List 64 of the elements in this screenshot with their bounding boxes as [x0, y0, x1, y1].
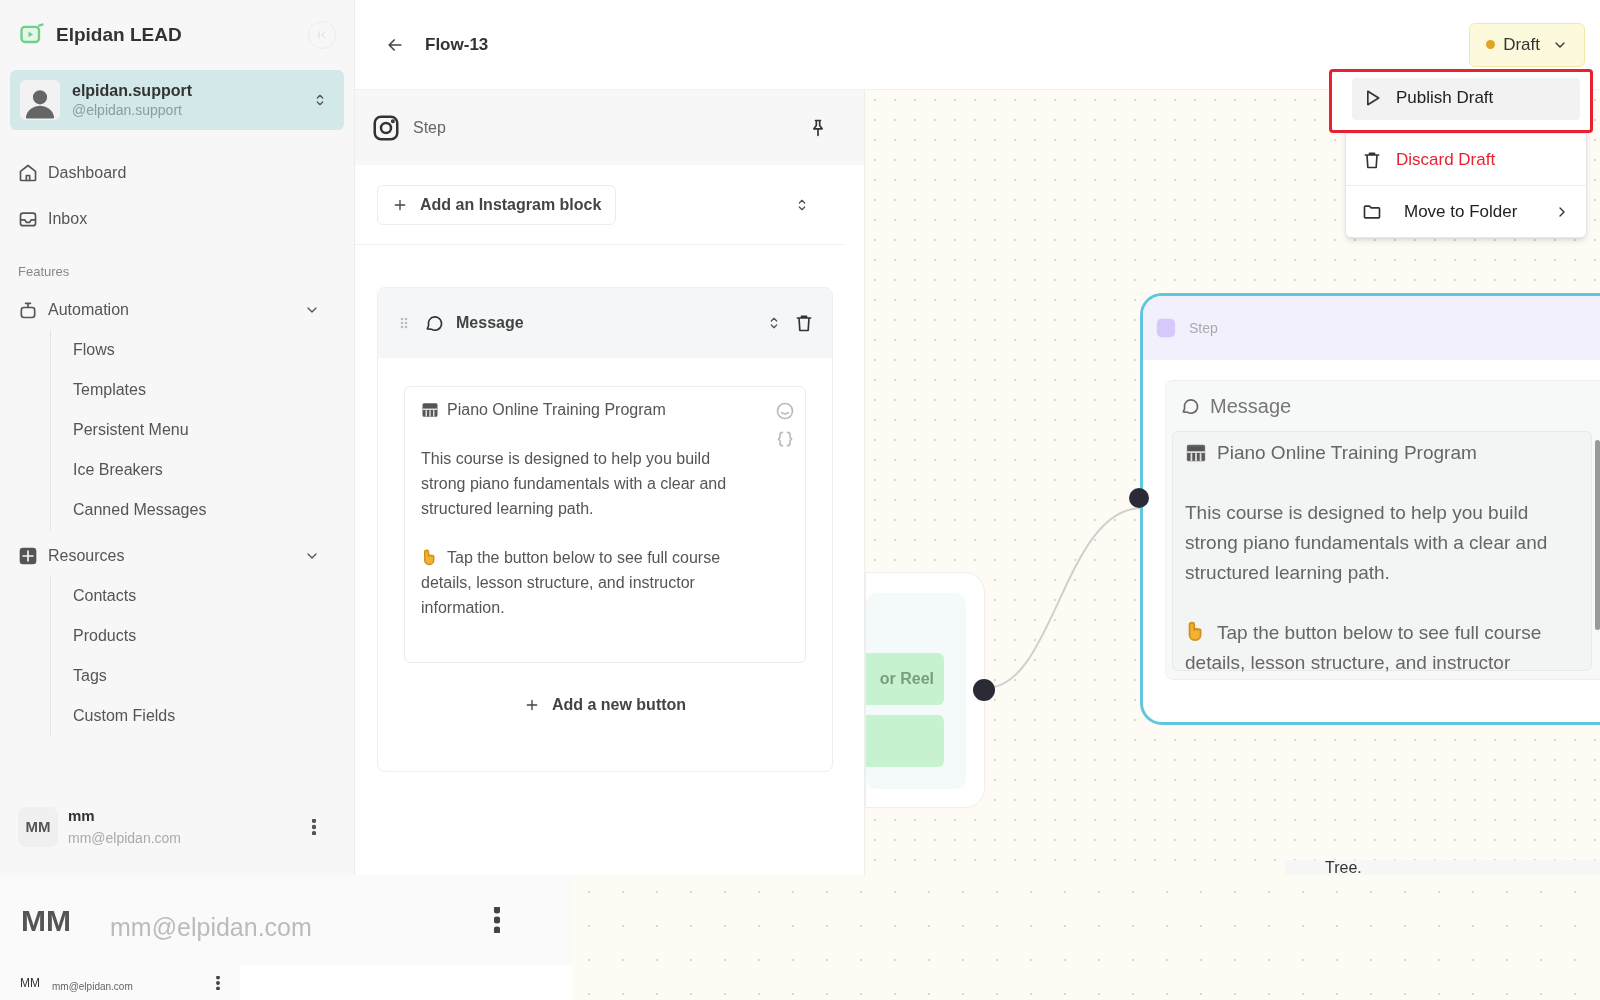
user-email: mm@elpidan.com [68, 828, 183, 848]
piano-icon [1185, 442, 1207, 464]
user-avatar: MM [20, 974, 40, 992]
node-title: Step [1189, 318, 1218, 338]
delete-button[interactable] [794, 313, 814, 333]
nav-subitem[interactable]: Tags [51, 655, 344, 696]
trash-icon [794, 313, 814, 333]
step-icon [1155, 317, 1177, 339]
message-field[interactable] [404, 386, 806, 663]
flow-node[interactable] [1140, 293, 1600, 725]
node-button[interactable] [866, 715, 944, 767]
more-button[interactable] [216, 975, 220, 990]
variable-icon [775, 429, 795, 449]
chat-icon [1180, 396, 1200, 416]
brand-name: Elpidan LEAD [56, 22, 182, 47]
more-icon [312, 819, 316, 835]
menu-item[interactable]: Discard Draft [1346, 133, 1586, 185]
piano-icon [421, 400, 439, 419]
message-text: Tap the button below to see full course details, lesson structure, and instructor [1185, 619, 1543, 675]
emoji-icon [775, 401, 795, 421]
user-avatar: MM [18, 807, 58, 847]
message-text: This course is designed to help you build strong piano fundamentals with a clear and structured learning path. [421, 449, 728, 519]
collapse-icon [316, 29, 328, 41]
block-title: Message [456, 313, 525, 333]
nav-subitem[interactable]: Custom Fields [51, 695, 344, 736]
status-dropdown[interactable]: Draft [1469, 22, 1585, 67]
section-label: Features [17, 263, 71, 281]
add-block-button[interactable]: Add an Instagram block [377, 184, 617, 225]
block-title: Message [1210, 394, 1292, 419]
nav-subitem[interactable]: Products [51, 615, 344, 656]
nav-subitem[interactable]: Templates [51, 369, 344, 410]
more-icon [494, 907, 500, 933]
more-button[interactable] [494, 907, 500, 933]
nav-item[interactable]: Dashboard [10, 152, 344, 194]
message-text: Tap the button below to see full course details, lesson structure, and instructor information. [421, 547, 722, 618]
message-text: Piano Online Training Program [1217, 441, 1477, 465]
more-icon [216, 975, 220, 990]
nav-item[interactable]: Inbox [10, 198, 344, 240]
flow-title: Flow-13 [425, 33, 489, 56]
nav-group[interactable]: Automation [10, 289, 344, 330]
nav-subitem[interactable]: Contacts [51, 575, 344, 616]
menu-item[interactable]: Move to Folder [1346, 185, 1586, 237]
account-switcher[interactable]: elpidan.support @elpidan.support [10, 70, 344, 130]
stray-text: Tree. [1325, 860, 1362, 875]
message-text: Piano Online Training Program [447, 400, 666, 420]
home-icon [18, 163, 38, 183]
inbox-icon [18, 209, 38, 229]
chat-icon [424, 313, 444, 333]
nav-group[interactable]: Resources [10, 535, 344, 576]
user-name: mm [68, 806, 96, 827]
account-name: elpidan.support [72, 81, 193, 101]
add-button[interactable]: Add a new button [523, 693, 687, 717]
account-handle: @elpidan.support [72, 101, 183, 119]
connection-handle[interactable] [973, 679, 995, 701]
nav-subitem[interactable]: Persistent Menu [51, 409, 344, 450]
nav-subitem[interactable]: Canned Messages [51, 489, 344, 530]
user-avatar: MM [20, 902, 72, 939]
user-email: mm@elpidan.com [110, 912, 313, 944]
panel-title: Step [413, 117, 447, 138]
connection-handle[interactable] [1129, 488, 1149, 508]
nav-subitem[interactable]: Ice Breakers [51, 449, 344, 490]
user-email: mm@elpidan.com [52, 980, 134, 994]
message-text: This course is designed to help you build strong piano fundamentals with a clear and structured learning path. [1185, 501, 1549, 585]
nav-subitem[interactable]: Flows [51, 329, 344, 370]
